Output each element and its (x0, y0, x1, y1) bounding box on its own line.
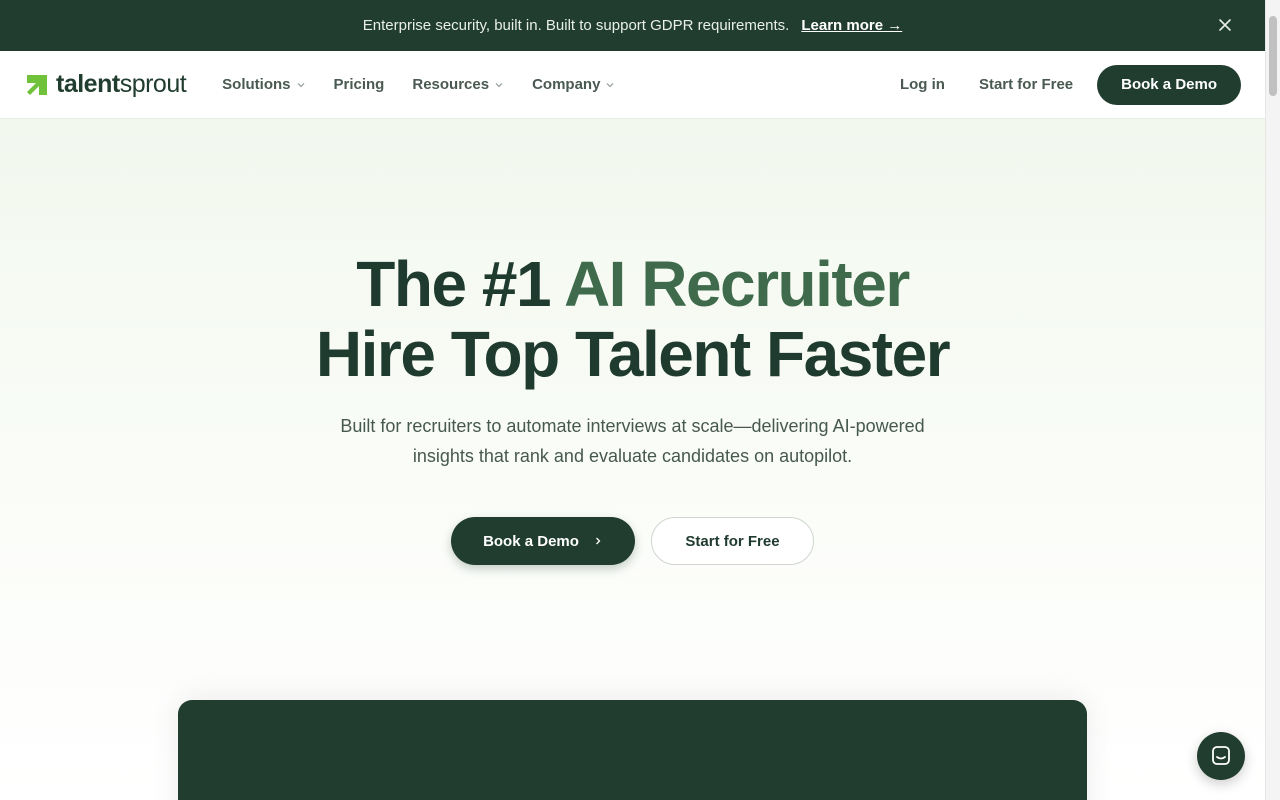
nav-item-label: Company (532, 76, 601, 93)
book-demo-button[interactable]: Book a Demo (451, 517, 635, 565)
nav-item-label: Resources (412, 76, 490, 93)
scrollbar-thumb[interactable] (1269, 16, 1277, 96)
nav-item-label: Pricing (333, 76, 385, 93)
close-icon (1219, 19, 1231, 31)
hero-cta-group: Book a Demo Start for Free (0, 517, 1265, 565)
announcement-message: Enterprise security, built in. Built to … (362, 17, 790, 34)
learn-more-link[interactable]: Learn more → (801, 17, 902, 34)
chat-icon (1212, 746, 1230, 765)
header-actions: Log in Start for Free Book a Demo (866, 64, 1241, 105)
page-scrollbar[interactable] (1265, 0, 1280, 800)
logo-word-regular: sprout (119, 70, 187, 98)
logo-mark-icon (27, 74, 47, 95)
hero-headline: The #1 AI Recruiter Hire Top Talent Fast… (0, 249, 1265, 389)
logo-wordmark: talentsprout (56, 70, 187, 99)
login-link[interactable]: Log in (900, 76, 945, 93)
start-free-link[interactable]: Start for Free (979, 76, 1073, 93)
chat-launcher-button[interactable] (1197, 732, 1245, 780)
announcement-bar: Enterprise security, built in. Built to … (0, 0, 1265, 51)
book-demo-label: Book a Demo (483, 532, 579, 550)
page: Enterprise security, built in. Built to … (0, 0, 1280, 800)
chevron-down-icon (495, 82, 503, 87)
logo-word-bold: talent (56, 70, 120, 98)
book-demo-button-header[interactable]: Book a Demo (1097, 64, 1241, 105)
nav-item-pricing[interactable]: Pricing (334, 76, 385, 93)
site-header: talentsprout Solutions Pricing Resources… (0, 51, 1265, 119)
nav-item-label: Solutions (222, 76, 291, 93)
headline-accent: AI Recruiter (563, 248, 910, 320)
chevron-down-icon (606, 82, 614, 87)
subhead-line1: Built for recruiters to automate intervi… (340, 416, 925, 436)
headline-line2: Hire Top Talent Faster (315, 318, 951, 390)
hero-section: The #1 AI Recruiter Hire Top Talent Fast… (0, 119, 1265, 800)
hero-subhead: Built for recruiters to automate intervi… (0, 411, 1265, 471)
start-free-button[interactable]: Start for Free (651, 517, 814, 565)
chevron-right-icon (595, 537, 601, 545)
chevron-down-icon (297, 82, 304, 87)
subhead-line2: insights that rank and evaluate candidat… (412, 446, 853, 466)
nav-item-resources[interactable]: Resources (412, 76, 504, 93)
nav-item-company[interactable]: Company (532, 76, 615, 93)
main-nav: Solutions Pricing Resources Company (222, 76, 643, 93)
logo[interactable]: talentsprout (24, 70, 187, 99)
headline-part1: The #1 (356, 248, 564, 320)
close-announcement-button[interactable] (1215, 15, 1235, 35)
product-preview-panel (178, 700, 1087, 800)
nav-item-solutions[interactable]: Solutions (222, 76, 305, 93)
